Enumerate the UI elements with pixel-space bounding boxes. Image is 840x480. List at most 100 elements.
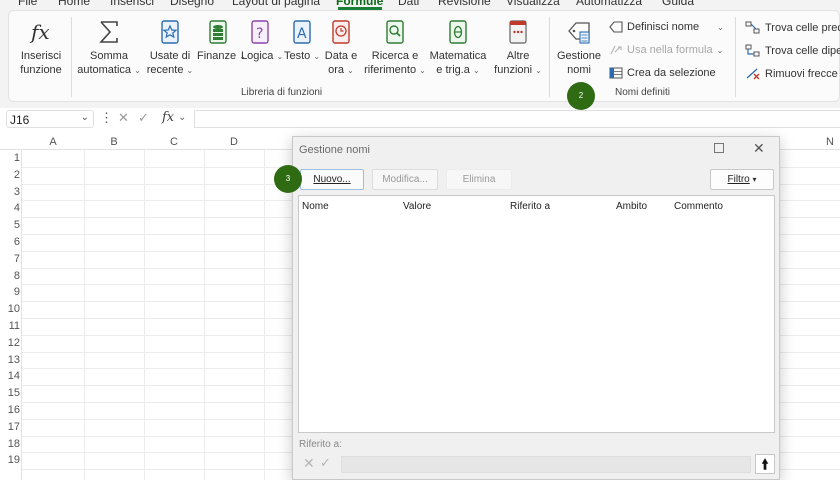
row-header[interactable]: 7: [0, 253, 20, 265]
insert-function-button[interactable]: fx Inserisci funzione: [17, 19, 65, 77]
date-time-button[interactable]: Data e ora ⌄: [321, 19, 361, 78]
star-icon: [161, 20, 179, 44]
chevron-down-icon: ⌄: [347, 66, 354, 75]
row-header[interactable]: 6: [0, 236, 20, 248]
row-header[interactable]: 19: [0, 454, 20, 466]
autosum-label-1: Somma: [90, 50, 128, 62]
more-options-icon[interactable]: ⋮: [100, 110, 113, 126]
math-label-1: Matematica: [429, 50, 487, 62]
tab-help[interactable]: Guida: [662, 0, 694, 8]
confirm-icon[interactable]: ✓: [320, 455, 331, 471]
row-header[interactable]: 14: [0, 370, 20, 382]
fx-icon: fx: [29, 20, 50, 44]
column-header-refers-to[interactable]: Riferito a: [510, 201, 550, 212]
remove-arrows-button[interactable]: Rimuovi frecce: [745, 67, 838, 80]
cancel-icon[interactable]: ✕: [118, 110, 129, 126]
logical-button[interactable]: ? Logica ⌄: [241, 19, 283, 64]
delete-name-button[interactable]: Elimina: [446, 169, 512, 190]
financial-label: Finanze: [197, 50, 237, 62]
new-name-button[interactable]: Nuovo...: [300, 169, 364, 190]
column-header-c[interactable]: C: [144, 136, 204, 150]
name-box[interactable]: J16 ⌄: [6, 110, 94, 128]
database-icon: [209, 20, 227, 44]
row-header[interactable]: 3: [0, 186, 20, 198]
chevron-down-icon: ⌄: [717, 22, 724, 32]
trace-dependents-button[interactable]: Trova celle diper: [745, 44, 840, 57]
chevron-down-icon[interactable]: ⌄: [81, 112, 89, 123]
tab-insert[interactable]: Inserisci: [110, 0, 154, 8]
chevron-down-icon: ⌄: [716, 45, 724, 55]
edit-name-button[interactable]: Modifica...: [372, 169, 438, 190]
formula-input[interactable]: [194, 110, 840, 128]
row-header[interactable]: 2: [0, 169, 20, 181]
row-header[interactable]: 16: [0, 404, 20, 416]
row-header[interactable]: 5: [0, 219, 20, 231]
column-header-scope[interactable]: Ambito: [616, 201, 647, 212]
enter-icon[interactable]: ✓: [138, 110, 149, 126]
use-in-formula-button[interactable]: Usa nella formula ⌄: [609, 44, 723, 56]
close-icon[interactable]: ✕: [753, 140, 765, 157]
row-header[interactable]: 18: [0, 438, 20, 450]
filter-button[interactable]: Filtro ▾: [710, 169, 774, 190]
text-book-icon: A: [293, 20, 311, 44]
column-header-value[interactable]: Valore: [403, 201, 431, 212]
insert-function-label-2: funzione: [20, 64, 62, 76]
column-header-comment[interactable]: Commento: [674, 201, 723, 212]
column-header-n[interactable]: N: [826, 136, 840, 150]
cancel-icon[interactable]: ✕: [303, 455, 315, 472]
name-manager-button[interactable]: Gestione nomi: [555, 19, 603, 77]
more-functions-label-1: Altre: [506, 50, 530, 62]
tab-draw[interactable]: Disegno: [170, 0, 214, 8]
tab-file[interactable]: File: [18, 0, 37, 8]
date-time-label-1: Data e: [324, 50, 358, 62]
trace-dependents-label: Trova celle diper: [765, 44, 840, 57]
row-header[interactable]: 15: [0, 387, 20, 399]
row-header[interactable]: 4: [0, 202, 20, 214]
text-button[interactable]: A Testo ⌄: [283, 19, 321, 64]
tab-home[interactable]: Home: [58, 0, 90, 8]
row-header[interactable]: 17: [0, 421, 20, 433]
financial-button[interactable]: Finanze ⌄: [197, 19, 246, 64]
column-header-name[interactable]: Nome: [302, 201, 329, 212]
names-group-label: Nomi definiti: [615, 87, 671, 98]
recently-used-button[interactable]: Usate di recente ⌄: [145, 19, 195, 78]
tab-view[interactable]: Visualizza: [506, 0, 560, 8]
chevron-down-icon[interactable]: ⌄: [178, 112, 186, 123]
row-header[interactable]: 13: [0, 354, 20, 366]
create-from-selection-button[interactable]: Crea da selezione: [609, 67, 716, 79]
refers-to-input[interactable]: [341, 456, 751, 473]
names-list[interactable]: Nome Valore Riferito a Ambito Commento: [298, 195, 775, 433]
row-header[interactable]: 1: [0, 152, 20, 164]
lookup-reference-button[interactable]: Ricerca e riferimento ⌄: [363, 19, 427, 78]
svg-text:A: A: [297, 26, 307, 42]
insert-function-label-1: Inserisci: [20, 50, 62, 62]
row-header[interactable]: 10: [0, 303, 20, 315]
math-trig-button[interactable]: Matematica e trig.a ⌄: [429, 19, 487, 78]
ribbon: fx Inserisci funzione Somma automatica ⌄…: [8, 10, 840, 102]
more-book-icon: [509, 20, 527, 44]
row-header[interactable]: 8: [0, 270, 20, 282]
clock-book-icon: [332, 20, 350, 44]
column-header-b[interactable]: B: [84, 136, 144, 150]
step-marker-3: 3: [274, 165, 302, 193]
tab-review[interactable]: Revisione: [438, 0, 491, 8]
column-header-a[interactable]: A: [22, 136, 84, 150]
row-header[interactable]: 11: [0, 320, 20, 332]
recently-used-label-2: recente: [146, 64, 184, 76]
collapse-dialog-icon[interactable]: 🠙: [755, 454, 775, 474]
insert-function-fx-icon[interactable]: fx: [162, 110, 174, 125]
autosum-button[interactable]: Somma automatica ⌄: [77, 19, 141, 78]
row-header[interactable]: 12: [0, 337, 20, 349]
refers-to-label: Riferito a:: [299, 439, 342, 450]
more-functions-button[interactable]: Altre funzioni ⌄: [493, 19, 543, 78]
more-functions-label-2: funzioni: [494, 64, 533, 76]
question-book-icon: ?: [251, 20, 269, 44]
define-name-button[interactable]: Definisci nome ⌄: [609, 21, 724, 33]
column-header-d[interactable]: D: [204, 136, 264, 150]
trace-precedents-button[interactable]: Trova celle prece: [745, 21, 840, 34]
tab-data[interactable]: Dati: [398, 0, 419, 8]
row-header[interactable]: 9: [0, 286, 20, 298]
maximize-icon[interactable]: [714, 143, 724, 153]
tab-page-layout[interactable]: Layout di pagina: [232, 0, 320, 8]
tab-automate[interactable]: Automatizza: [576, 0, 642, 8]
